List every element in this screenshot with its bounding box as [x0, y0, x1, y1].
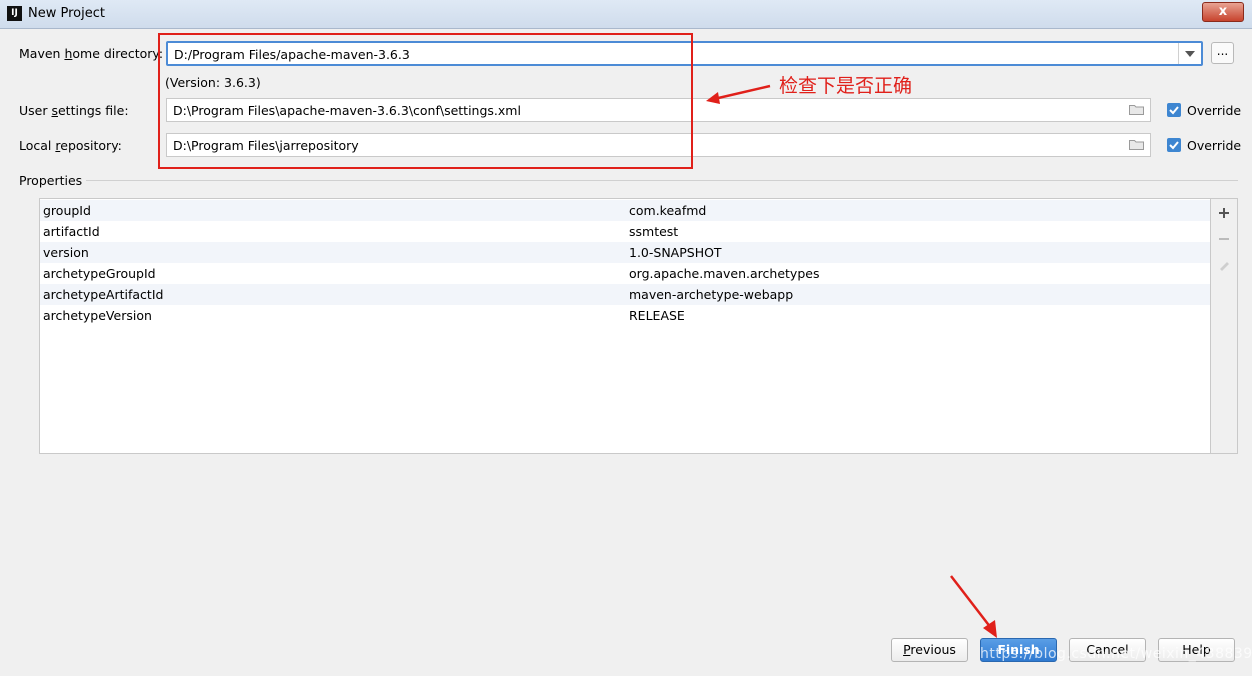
checkmark-icon	[1169, 106, 1179, 115]
local-repo-override-checkbox[interactable]	[1167, 138, 1181, 152]
close-window-button[interactable]: x	[1202, 2, 1244, 22]
user-settings-override-label: Override	[1187, 103, 1242, 118]
property-key: version	[43, 245, 89, 260]
properties-toolbar	[1211, 198, 1238, 454]
property-key: archetypeArtifactId	[43, 287, 164, 302]
table-row[interactable]: groupId com.keafmd	[40, 200, 1210, 221]
table-row[interactable]: archetypeArtifactId maven-archetype-weba…	[40, 284, 1210, 305]
folder-icon[interactable]	[1129, 139, 1144, 150]
intellij-app-icon: IJ	[7, 6, 22, 21]
property-value: com.keafmd	[629, 203, 707, 218]
property-key: artifactId	[43, 224, 100, 239]
folder-icon[interactable]	[1129, 104, 1144, 115]
properties-section-title: Properties	[19, 173, 83, 188]
table-row[interactable]: artifactId ssmtest	[40, 221, 1210, 242]
window-title: New Project	[28, 6, 105, 21]
property-value: RELEASE	[629, 308, 685, 323]
title-bar: IJ New Project x	[0, 0, 1252, 29]
local-repo-label: Local repository:	[19, 138, 122, 153]
property-key: archetypeGroupId	[43, 266, 156, 281]
annotation-text: 检查下是否正确	[779, 75, 913, 97]
property-value: org.apache.maven.archetypes	[629, 266, 820, 281]
table-row[interactable]: version 1.0-SNAPSHOT	[40, 242, 1210, 263]
properties-table: groupId com.keafmd artifactId ssmtest ve…	[39, 198, 1211, 454]
browse-maven-home-button[interactable]: ...	[1211, 42, 1234, 64]
checkmark-icon	[1169, 141, 1179, 150]
annotation-highlight-box	[158, 33, 693, 169]
property-key: groupId	[43, 203, 91, 218]
property-key: archetypeVersion	[43, 308, 152, 323]
chevron-down-icon[interactable]	[1178, 43, 1201, 64]
pencil-icon[interactable]	[1217, 258, 1231, 272]
maven-home-label: Maven home directory:	[19, 46, 164, 61]
property-value: maven-archetype-webapp	[629, 287, 794, 302]
user-settings-label: User settings file:	[19, 103, 129, 118]
annotation-arrow-icon	[950, 575, 997, 638]
section-divider	[86, 180, 1238, 181]
table-row[interactable]: archetypeVersion RELEASE	[40, 305, 1210, 326]
annotation-arrow-icon	[706, 84, 771, 104]
local-repo-override-label: Override	[1187, 138, 1242, 153]
property-value: ssmtest	[629, 224, 679, 239]
minus-icon[interactable]	[1217, 232, 1231, 246]
user-settings-override-checkbox[interactable]	[1167, 103, 1181, 117]
watermark-text: https://blog.csdn.net/weixin_43883917	[980, 646, 1252, 662]
table-row[interactable]: archetypeGroupId org.apache.maven.archet…	[40, 263, 1210, 284]
plus-icon[interactable]	[1217, 206, 1231, 220]
property-value: 1.0-SNAPSHOT	[629, 245, 722, 260]
